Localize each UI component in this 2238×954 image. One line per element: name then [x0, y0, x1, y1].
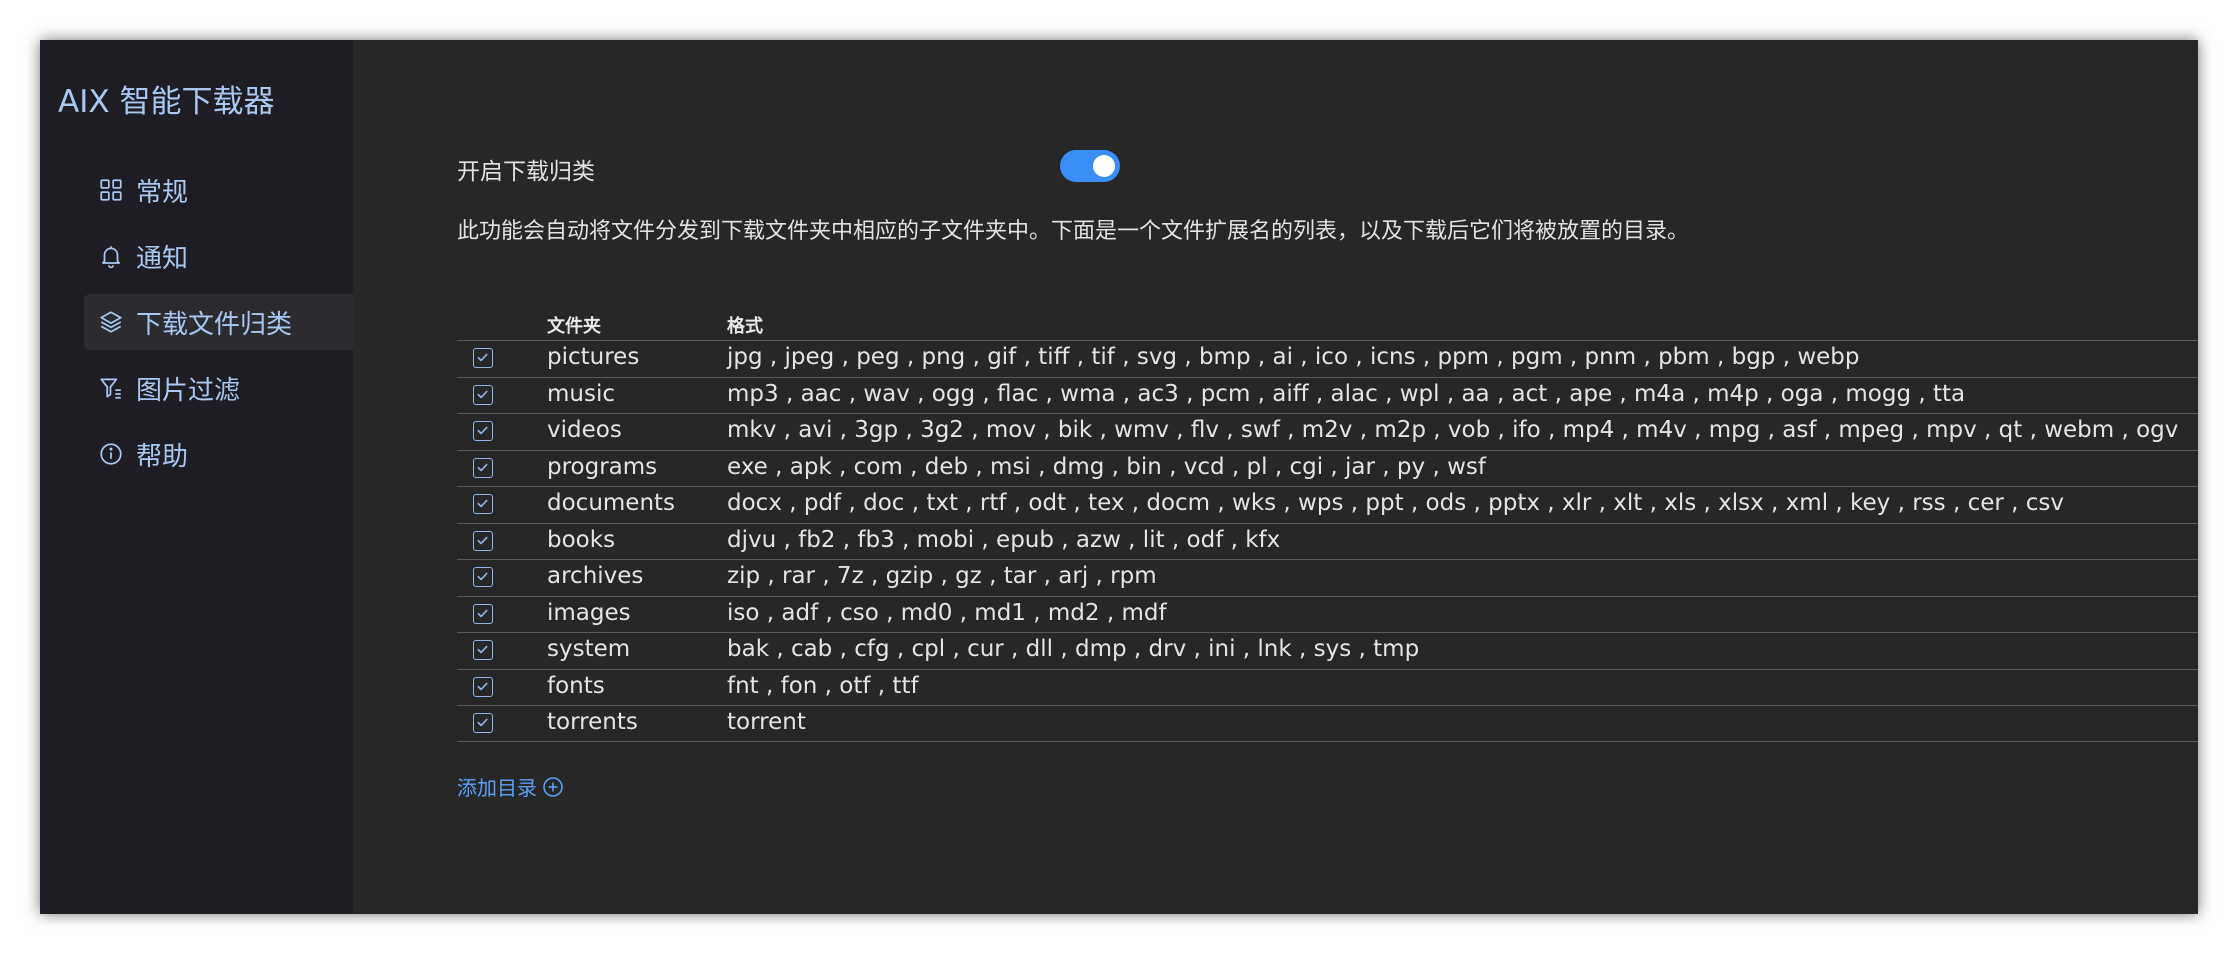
table-row: fonts fnt , fon , otf , ttf [457, 668, 2198, 706]
feature-description: 此功能会自动将文件分发到下载文件夹中相应的子文件夹中。下面是一个文件扩展名的列表… [457, 219, 1690, 244]
sidebar: AIX 智能下载器 常规 通知 下载文件归类 图片过滤 帮助 [40, 40, 353, 914]
row-folder-name: pictures [547, 344, 640, 370]
sidebar-item-help[interactable]: 帮助 [84, 426, 353, 482]
row-formats: exe , apk , com , deb , msi , dmg , bin … [727, 453, 1486, 480]
table-row: system bak , cab , cfg , cpl , cur , dll … [457, 632, 2198, 669]
row-checkbox[interactable] [473, 494, 493, 514]
row-folder-name: images [547, 599, 631, 626]
sidebar-item-label: 下载文件归类 [136, 309, 293, 340]
checkmark-icon [477, 499, 488, 508]
row-formats: bak , cab , cfg , cpl , cur , dll , dmp … [727, 636, 1420, 662]
row-folder-name: books [547, 526, 616, 553]
grid-icon [98, 177, 124, 203]
row-folder-name: videos [547, 417, 622, 443]
add-directory-label: 添加目录 [457, 776, 537, 800]
table-row: torrents torrent [457, 705, 2198, 742]
table-row: images iso , adf , cso , md0 , md1 , md2 … [457, 595, 2198, 633]
row-folder-name: archives [547, 563, 644, 589]
row-checkbox[interactable] [473, 384, 493, 405]
table-row: archives zip , rar , 7z , gzip , gz , tar… [457, 559, 2198, 596]
table-row: programs exe , apk , com , deb , msi , dm… [457, 449, 2198, 487]
main-content: 开启下载归类 此功能会自动将文件分发到下载文件夹中相应的子文件夹中。下面是一个文… [353, 40, 2198, 914]
sidebar-item-label: 通知 [136, 243, 189, 274]
filter-icon [98, 375, 124, 401]
add-directory-button[interactable]: 添加目录 [457, 772, 565, 801]
row-checkbox[interactable] [473, 713, 493, 733]
row-folder-name: programs [547, 453, 658, 480]
folder-column-header: 文件夹 [547, 316, 601, 337]
sidebar-item-general[interactable]: 常规 [84, 162, 353, 218]
table-body: pictures jpg , jpeg , peg , png , gif , t… [457, 340, 2198, 742]
checkmark-icon [477, 390, 488, 398]
row-folder-name: system [547, 636, 631, 662]
checkmark-icon [477, 463, 488, 471]
info-icon [98, 441, 124, 467]
row-formats: docx , pdf , doc , txt , rtf , odt , tex… [727, 490, 2064, 516]
row-folder-name: documents [547, 490, 676, 516]
row-checkbox[interactable] [473, 348, 493, 368]
checkmark-icon [477, 353, 488, 362]
row-formats: fnt , fon , otf , ttf [727, 672, 919, 699]
checkmark-icon [477, 426, 488, 435]
sidebar-item-image-filter[interactable]: 图片过滤 [84, 360, 353, 416]
checkmark-icon [477, 718, 488, 727]
category-table: 文件夹 格式 pictures jpg , jpeg , peg , png , … [457, 306, 2198, 742]
table-row: videos mkv , avi , 3gp , 3g2 , mov , bik … [457, 413, 2198, 450]
row-checkbox[interactable] [473, 640, 493, 660]
sidebar-item-label: 常规 [136, 177, 189, 208]
row-checkbox[interactable] [473, 567, 493, 587]
table-row: pictures jpg , jpeg , peg , png , gif , t… [457, 340, 2198, 377]
enable-categorization-toggle[interactable] [1060, 150, 1120, 182]
row-checkbox[interactable] [473, 457, 493, 478]
row-formats: djvu , fb2 , fb3 , mobi , epub , azw , l… [727, 526, 1281, 553]
row-folder-name: fonts [547, 672, 605, 699]
enable-categorization-label: 开启下载归类 [457, 159, 595, 185]
row-checkbox[interactable] [473, 603, 493, 624]
bell-icon [98, 243, 124, 269]
app-title: AIX 智能下载器 [58, 84, 275, 120]
row-formats: mp3 , aac , wav , ogg , flac , wma , ac3… [727, 380, 1966, 407]
row-folder-name: torrents [547, 709, 638, 735]
table-header: 文件夹 格式 [457, 306, 2198, 340]
row-formats: iso , adf , cso , md0 , md1 , md2 , mdf [727, 599, 1167, 626]
checkmark-icon [477, 572, 488, 581]
formats-column-header: 格式 [727, 316, 763, 337]
sidebar-item-label: 图片过滤 [136, 375, 241, 406]
layers-icon [98, 309, 124, 335]
row-folder-name: music [547, 380, 616, 407]
table-row: music mp3 , aac , wav , ogg , flac , wma … [457, 376, 2198, 414]
checkmark-icon [477, 536, 488, 544]
row-checkbox[interactable] [473, 421, 493, 441]
row-formats: jpg , jpeg , peg , png , gif , tiff , ti… [727, 344, 1860, 370]
row-checkbox[interactable] [473, 676, 493, 697]
row-formats: zip , rar , 7z , gzip , gz , tar , arj ,… [727, 563, 1157, 589]
checkmark-icon [477, 609, 488, 617]
row-formats: torrent [727, 709, 806, 735]
sidebar-nav: 常规 通知 下载文件归类 图片过滤 帮助 [84, 162, 353, 492]
sidebar-item-label: 帮助 [136, 441, 189, 472]
checkmark-icon [477, 682, 488, 690]
plus-circle-icon [541, 775, 565, 799]
row-formats: mkv , avi , 3gp , 3g2 , mov , bik , wmv … [727, 417, 2179, 443]
table-row: documents docx , pdf , doc , txt , rtf , … [457, 486, 2198, 523]
app-window: AIX 智能下载器 常规 通知 下载文件归类 图片过滤 帮助 开启下载归类 此功… [40, 40, 2198, 914]
row-checkbox[interactable] [473, 530, 493, 551]
table-row: books djvu , fb2 , fb3 , mobi , epub , az… [457, 522, 2198, 560]
toggle-knob [1093, 155, 1115, 177]
sidebar-item-download-categories[interactable]: 下载文件归类 [84, 294, 353, 350]
checkmark-icon [477, 645, 488, 654]
sidebar-item-notifications[interactable]: 通知 [84, 228, 353, 284]
